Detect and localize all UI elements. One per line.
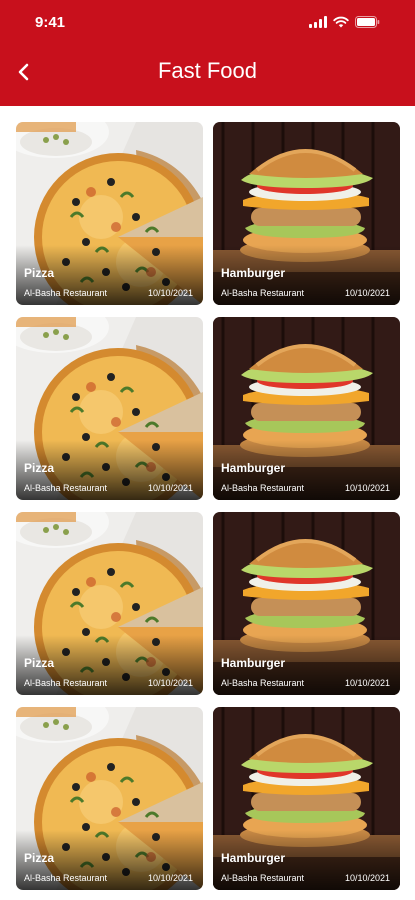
restaurant-name: Al-Basha Restaurant [221, 678, 305, 688]
food-meta: Al-Basha Restaurant 10/10/2021 [221, 483, 390, 493]
food-name: Hamburger [221, 266, 286, 280]
food-meta: Al-Basha Restaurant 10/10/2021 [221, 873, 390, 883]
status-time: 9:41 [35, 14, 66, 31]
restaurant-name: Al-Basha Restaurant [24, 288, 108, 298]
food-name: Pizza [24, 461, 55, 475]
food-card[interactable]: Hamburger Al-Basha Restaurant 10/10/2021 [213, 122, 400, 305]
food-name: Pizza [24, 656, 55, 670]
food-meta: Al-Basha Restaurant 10/10/2021 [24, 483, 193, 493]
food-date: 10/10/2021 [344, 288, 390, 298]
food-card[interactable]: Pizza Al-Basha Restaurant 10/10/2021 [16, 122, 203, 305]
food-card[interactable]: Hamburger Al-Basha Restaurant 10/10/2021 [213, 512, 400, 695]
food-date: 10/10/2021 [344, 678, 390, 688]
food-card[interactable]: Hamburger Al-Basha Restaurant 10/10/2021 [213, 317, 400, 500]
restaurant-name: Al-Basha Restaurant [221, 873, 305, 883]
food-card[interactable]: Pizza Al-Basha Restaurant 10/10/2021 [16, 317, 203, 500]
food-date: 10/10/2021 [147, 873, 193, 883]
status-bar: 9:41 [0, 12, 415, 34]
cellular-signal-icon [309, 16, 327, 28]
battery-icon [355, 16, 380, 28]
food-meta: Al-Basha Restaurant 10/10/2021 [221, 288, 390, 298]
food-card[interactable]: Pizza Al-Basha Restaurant 10/10/2021 [16, 707, 203, 890]
food-name: Hamburger [221, 461, 286, 475]
food-date: 10/10/2021 [147, 483, 193, 493]
restaurant-name: Al-Basha Restaurant [221, 483, 305, 493]
food-meta: Al-Basha Restaurant 10/10/2021 [24, 678, 193, 688]
food-meta: Al-Basha Restaurant 10/10/2021 [24, 873, 193, 883]
food-name: Pizza [24, 266, 55, 280]
food-date: 10/10/2021 [147, 678, 193, 688]
food-card[interactable]: Pizza Al-Basha Restaurant 10/10/2021 [16, 512, 203, 695]
wifi-icon [333, 16, 349, 28]
food-name: Pizza [24, 851, 55, 865]
food-card[interactable]: Hamburger Al-Basha Restaurant 10/10/2021 [213, 707, 400, 890]
food-date: 10/10/2021 [344, 873, 390, 883]
status-icons [309, 16, 380, 28]
restaurant-name: Al-Basha Restaurant [24, 483, 108, 493]
restaurant-name: Al-Basha Restaurant [24, 873, 108, 883]
restaurant-name: Al-Basha Restaurant [221, 288, 305, 298]
food-name: Hamburger [221, 851, 286, 865]
food-date: 10/10/2021 [344, 483, 390, 493]
page-title: Fast Food [157, 58, 258, 83]
food-meta: Al-Basha Restaurant 10/10/2021 [24, 288, 193, 298]
food-date: 10/10/2021 [147, 288, 193, 298]
food-meta: Al-Basha Restaurant 10/10/2021 [221, 678, 390, 688]
restaurant-name: Al-Basha Restaurant [24, 678, 108, 688]
food-grid: Pizza Al-Basha Restaurant 10/10/2021 Ham… [16, 122, 400, 890]
food-name: Hamburger [221, 656, 286, 670]
app-header: 9:41 Fast Food [0, 0, 415, 106]
